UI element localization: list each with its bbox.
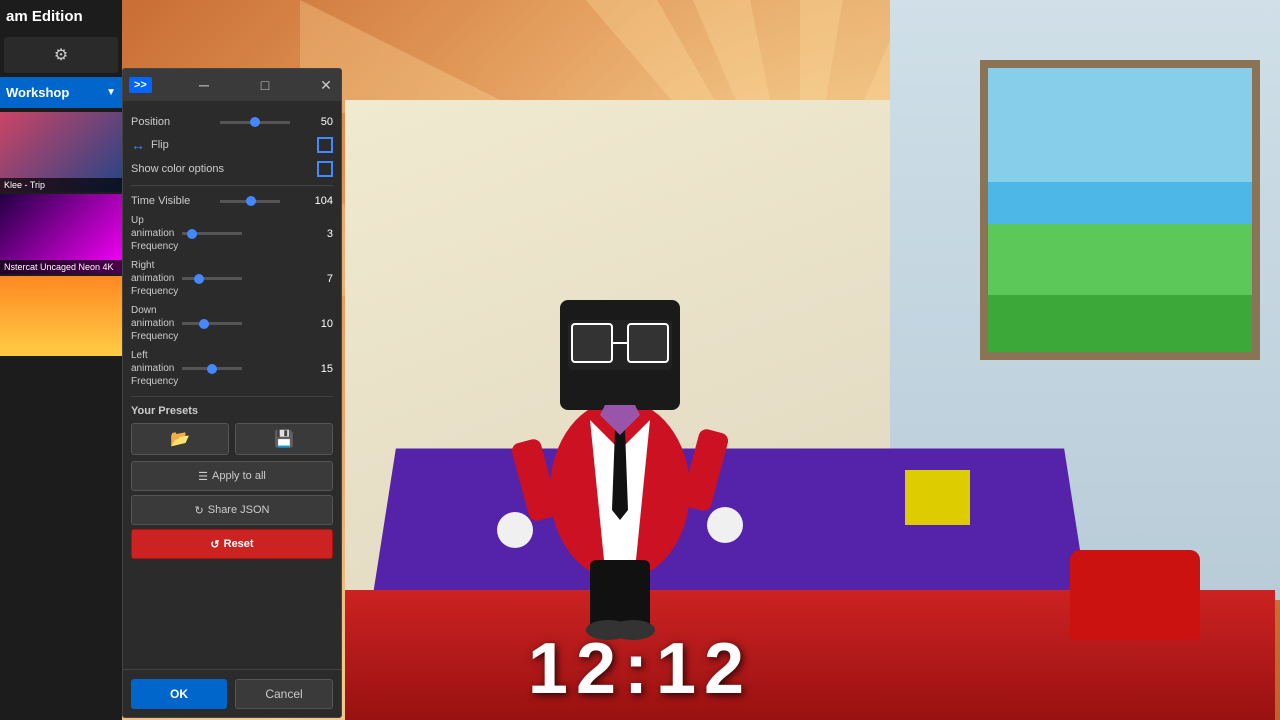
up-animation-slider-container [182,227,305,241]
share-icon: ↻ [195,504,204,517]
thumbnail-klee[interactable]: Klee - Trip [0,112,122,192]
reset-label: Reset [224,538,254,550]
thumbnail-klee-label: Klee - Trip [0,178,122,192]
left-animation-value: 15 [309,363,333,375]
app-title: am Edition [0,0,122,33]
close-button[interactable]: ✕ [317,76,335,94]
left-animation-row: LeftanimationFrequency 15 [131,349,333,388]
panel-titlebar: >> ─ □ ✕ [123,69,341,101]
down-animation-slider-container [182,317,305,331]
save-icon: 💾 [274,429,294,449]
reset-button[interactable]: ↺ Reset [131,529,333,559]
right-animation-label: RightanimationFrequency [131,259,178,298]
sidebar: am Edition ⚙ Workshop ▼ Klee - Trip Nste… [0,0,122,720]
open-preset-button[interactable]: 📂 [131,423,229,455]
position-value: 50 [309,116,333,128]
workshop-label: Workshop [6,85,69,100]
panel-title-icon[interactable]: >> [129,77,152,93]
flip-icon: ↔ [131,137,145,153]
ok-button[interactable]: OK [131,679,227,709]
minimize-button[interactable]: ─ [195,76,213,94]
show-color-row: Show color options [131,161,333,177]
show-color-checkbox[interactable] [317,161,333,177]
apply-icon: ☰ [198,470,208,483]
up-animation-row: UpanimationFrequency 3 [131,214,333,253]
down-animation-slider[interactable] [182,322,242,325]
divider-1 [131,185,333,186]
time-visible-label: Time Visible [131,195,216,207]
left-animation-slider[interactable] [182,367,242,370]
gear-button[interactable]: ⚙ [4,37,118,73]
character [460,190,780,640]
presets-title: Your Presets [131,405,333,417]
position-slider-container [220,115,305,129]
down-animation-row: DownanimationFrequency 10 [131,304,333,343]
workshop-item[interactable]: Workshop ▼ [0,77,122,108]
divider-2 [131,396,333,397]
share-json-label: Share JSON [208,504,270,516]
red-phone [1070,550,1200,640]
gear-icon: ⚙ [54,45,68,65]
save-preset-button[interactable]: 💾 [235,423,333,455]
time-visible-row: Time Visible 104 [131,194,333,208]
up-animation-slider[interactable] [182,232,242,235]
left-animation-slider-container [182,362,305,376]
thumbnail-sunset[interactable] [0,276,122,356]
show-color-label: Show color options [131,163,311,175]
flip-row: ↔ Flip [131,137,333,153]
time-visible-value: 104 [309,195,333,207]
time-visible-slider-container [220,194,305,208]
up-animation-label: UpanimationFrequency [131,214,178,253]
right-animation-row: RightanimationFrequency 7 [131,259,333,298]
cancel-button[interactable]: Cancel [235,679,333,709]
room-window [980,60,1260,360]
up-animation-value: 3 [309,228,333,240]
right-animation-slider-container [182,272,305,286]
right-animation-value: 7 [309,273,333,285]
chevron-down-icon: ▼ [106,87,116,98]
maximize-button[interactable]: □ [256,76,274,94]
reset-icon: ↺ [210,538,219,551]
down-animation-label: DownanimationFrequency [131,304,178,343]
apply-to-all-button[interactable]: ☰ Apply to all [131,461,333,491]
position-slider[interactable] [220,121,290,124]
yellow-block [905,470,970,525]
right-animation-slider[interactable] [182,277,242,280]
flip-label: Flip [151,139,311,151]
folder-icon: 📂 [170,429,190,449]
down-animation-value: 10 [309,318,333,330]
thumbnail-nstercat[interactable]: Nstercat Uncaged Neon 4K [0,194,122,274]
panel-content: Position 50 ↔ Flip Show color options Ti… [123,101,341,649]
main-panel: >> ─ □ ✕ Position 50 ↔ Flip Show color o… [122,68,342,718]
left-animation-label: LeftanimationFrequency [131,349,178,388]
position-label: Position [131,116,216,128]
flip-checkbox[interactable] [317,137,333,153]
panel-footer: OK Cancel [123,669,341,717]
position-row: Position 50 [131,115,333,129]
clock-display: 12:12 [528,628,752,710]
apply-to-all-label: Apply to all [212,470,266,482]
thumbnail-nstercat-label: Nstercat Uncaged Neon 4K [0,260,122,274]
share-json-button[interactable]: ↻ Share JSON [131,495,333,525]
time-visible-slider[interactable] [220,200,280,203]
preset-icons-row: 📂 💾 [131,423,333,455]
